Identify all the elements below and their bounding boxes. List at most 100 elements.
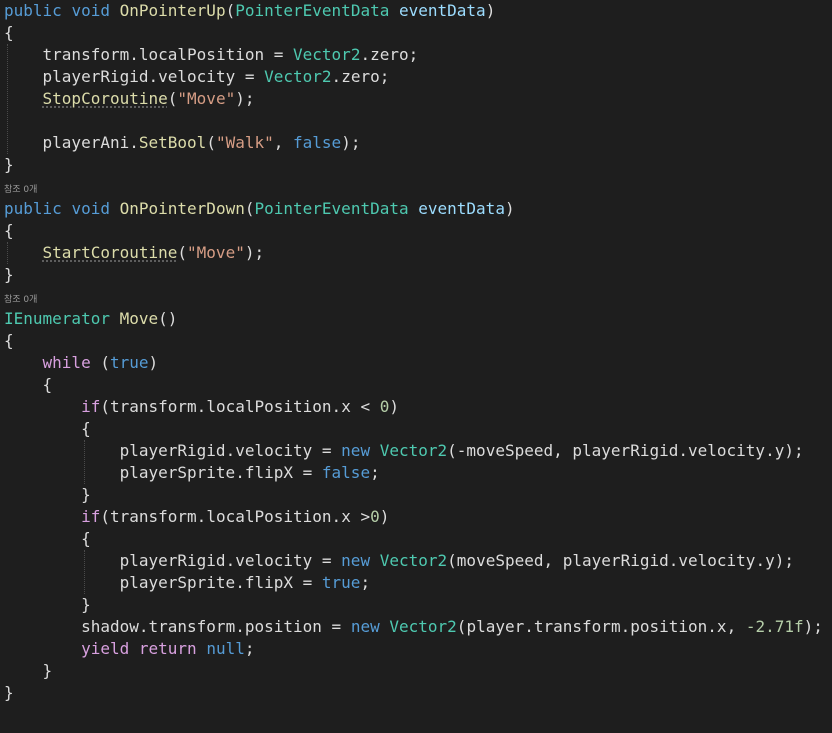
reference-count-codelens[interactable]: 참조 0개 (4, 184, 37, 196)
code-token: = (312, 441, 342, 460)
code-token: PointerEventData (254, 199, 409, 218)
code-token: ( (100, 507, 110, 526)
code-line[interactable]: { (4, 220, 14, 242)
code-line[interactable]: playerRigid.velocity = new Vector2(-move… (4, 440, 804, 462)
code-token: . (196, 397, 207, 416)
code-line[interactable]: playerSprite.flipX = true; (4, 572, 370, 594)
code-token: playerRigid (119, 441, 226, 460)
reference-count-codelens[interactable]: 참조 0개 (4, 294, 37, 306)
code-token: = (321, 617, 351, 636)
code-line[interactable]: { (4, 528, 91, 550)
code-line[interactable]: } (4, 660, 53, 682)
code-line[interactable]: { (4, 418, 91, 440)
code-token: . (678, 441, 688, 460)
code-token: . (235, 573, 245, 592)
code-line[interactable]: playerSprite.flipX = false; (4, 462, 380, 484)
code-line[interactable]: shadow.transform.position = new Vector2(… (4, 616, 823, 638)
code-token: yield (81, 639, 130, 658)
code-token: } (4, 683, 14, 702)
code-line[interactable]: } (4, 682, 14, 704)
code-token: { (4, 375, 53, 394)
code-token: false (321, 463, 371, 482)
code-token: moveSpeed (466, 441, 554, 460)
code-token: . (668, 551, 679, 570)
code-token: playerRigid (42, 67, 149, 86)
code-token: ; (408, 45, 419, 64)
code-line[interactable]: { (4, 330, 14, 352)
code-line[interactable]: transform.localPosition = Vector2.zero; (4, 44, 419, 66)
code-token: StopCoroutine (42, 89, 168, 108)
code-token: new (341, 441, 371, 460)
code-token: ( (456, 617, 467, 636)
code-token: StartCoroutine (42, 243, 178, 262)
code-line[interactable]: playerRigid.velocity = Vector2.zero; (4, 66, 390, 88)
code-token: ) (389, 397, 400, 416)
code-token: . (331, 507, 342, 526)
code-token: return (138, 639, 197, 658)
code-token: . (331, 67, 342, 86)
code-token: . (225, 551, 236, 570)
code-token: . (129, 133, 139, 152)
code-line[interactable]: while (true) (4, 352, 159, 374)
code-line[interactable]: StopCoroutine("Move"); (4, 88, 255, 110)
code-line[interactable]: { (4, 374, 53, 396)
code-line[interactable]: { (4, 22, 14, 44)
code-line[interactable]: yield return null; (4, 638, 254, 660)
code-token: ); (244, 243, 265, 262)
code-token: . (235, 617, 245, 636)
code-token: ); (235, 89, 255, 108)
code-line[interactable]: if(transform.localPosition.x < 0) (4, 396, 399, 418)
code-line[interactable]: } (4, 484, 91, 506)
code-token: transform (533, 617, 621, 636)
code-line[interactable]: } (4, 264, 14, 286)
code-line[interactable]: IEnumerator Move() (4, 308, 177, 330)
code-line[interactable]: playerAni.SetBool("Walk", false); (4, 132, 361, 154)
code-token: true (109, 353, 149, 372)
code-line[interactable]: playerRigid.velocity = new Vector2(moveS… (4, 550, 794, 572)
code-token: ( (167, 89, 178, 108)
code-line[interactable]: if(transform.localPosition.x >0) (4, 506, 389, 528)
code-token: . (360, 45, 371, 64)
code-token: { (4, 331, 14, 350)
code-line[interactable]: public void OnPointerDown(PointerEventDa… (4, 198, 515, 220)
code-token: Vector2 (293, 45, 361, 64)
code-token: ); (341, 133, 361, 152)
code-token: > (350, 507, 371, 526)
code-line[interactable]: } (4, 594, 91, 616)
code-token: zero (341, 67, 380, 86)
code-token: . (129, 45, 139, 64)
code-token: . (620, 617, 631, 636)
code-token: . (707, 617, 717, 636)
code-token: ( (100, 397, 110, 416)
code-line[interactable]: StartCoroutine("Move"); (4, 242, 265, 264)
code-token: public (4, 199, 62, 218)
code-token: "Move" (187, 243, 245, 262)
code-token: true (321, 573, 361, 592)
code-token: eventData (398, 1, 486, 20)
code-token: velocity (158, 67, 236, 86)
code-token: 0 (379, 397, 390, 416)
code-token: public (4, 1, 62, 20)
code-line[interactable]: } (4, 154, 14, 176)
code-editor[interactable]: public void OnPointerUp(PointerEventData… (0, 0, 832, 733)
code-token: playerSprite (119, 463, 236, 482)
code-token: Vector2 (389, 617, 457, 636)
code-token: localPosition (206, 397, 332, 416)
code-token: eventData (418, 199, 505, 218)
code-token: null (206, 639, 245, 658)
code-token: . (225, 441, 236, 460)
code-line[interactable]: public void OnPointerUp(PointerEventData… (4, 0, 495, 22)
code-token: ( (447, 551, 457, 570)
